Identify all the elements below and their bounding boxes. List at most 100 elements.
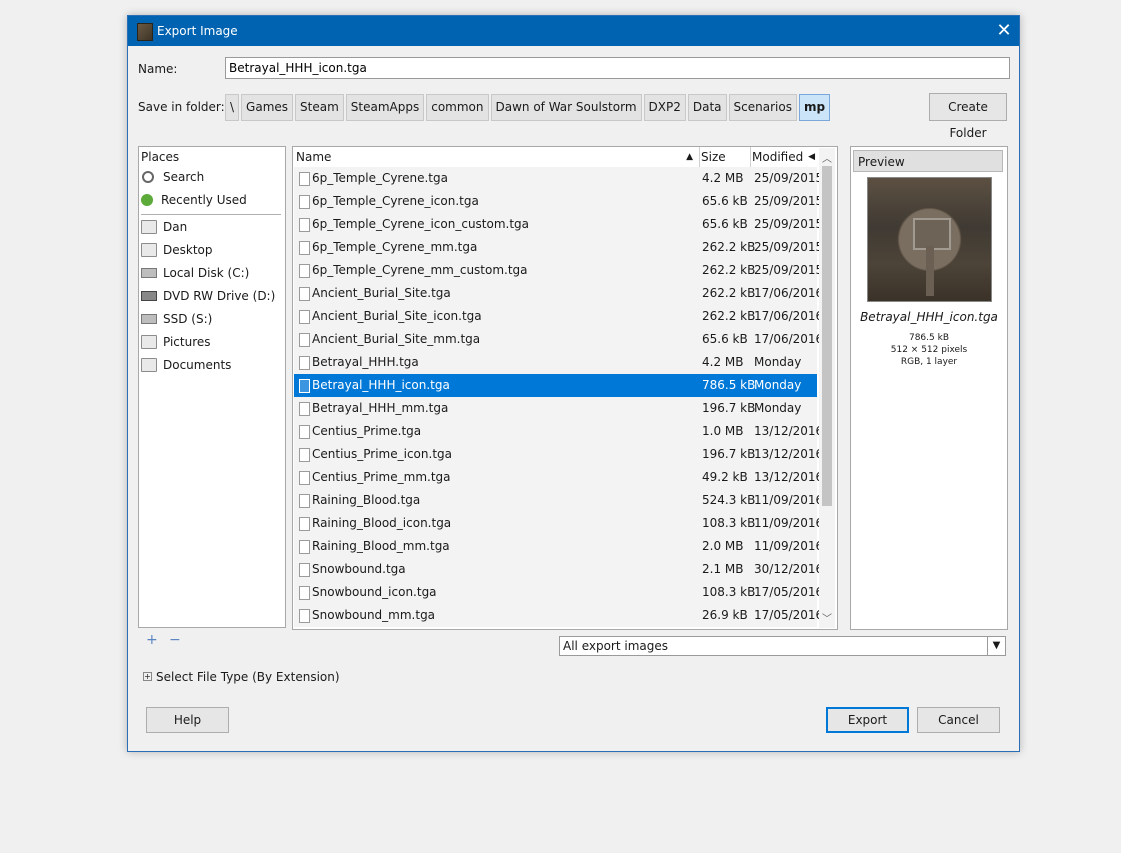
file-modified: Monday <box>754 355 802 369</box>
file-row[interactable]: 6p_Temple_Cyrene_mm.tga 262.2 kB 25/09/201… <box>294 236 823 259</box>
breadcrumb-steam[interactable]: Steam <box>295 94 344 121</box>
file-name: Raining_Blood.tga <box>312 493 421 507</box>
file-modified: 13/12/2016 <box>754 447 824 461</box>
place-label: Dan <box>163 220 188 234</box>
breadcrumb-mp[interactable]: mp <box>798 94 831 121</box>
file-row[interactable]: Betrayal_HHH_mm.tga 196.7 kB Monday <box>294 397 817 420</box>
place-label: Recently Used <box>161 193 247 207</box>
place-local-disk[interactable]: Local Disk (C:) <box>141 263 249 283</box>
sort-asc-icon: ▲ <box>686 152 693 162</box>
file-row[interactable]: Centius_Prime_icon.tga 196.7 kB 13/12/2016 <box>294 443 823 466</box>
file-icon <box>299 195 310 209</box>
file-size: 26.9 kB <box>702 608 748 622</box>
name-field[interactable] <box>225 57 1010 79</box>
place-documents[interactable]: Documents <box>141 355 231 375</box>
file-row-selected[interactable]: Betrayal_HHH_icon.tga 786.5 kB Monday <box>294 374 817 397</box>
breadcrumb-games[interactable]: Games <box>241 94 294 121</box>
file-name: Centius_Prime.tga <box>312 424 422 438</box>
scroll-down-icon[interactable]: ﹀ <box>822 610 832 625</box>
breadcrumb-dawn-of-war[interactable]: Dawn of War Soulstorm <box>490 94 642 121</box>
export-image-dialog: Export Image ✕ Name: Save in folder: \ G… <box>127 15 1020 752</box>
breadcrumb-steamapps[interactable]: SteamApps <box>345 94 425 121</box>
file-row[interactable]: 6p_Temple_Cyrene.tga 4.2 MB 25/09/2015 <box>294 167 823 190</box>
preview-panel: Preview Betrayal_HHH_icon.tga 786.5 kB 5… <box>850 146 1008 630</box>
create-folder-button[interactable]: Create Folder <box>929 93 1007 140</box>
file-row[interactable]: Snowbound_mm.tga 26.9 kB 17/05/2016 <box>294 604 823 627</box>
chevron-down-icon[interactable]: ▼ <box>987 637 1005 655</box>
file-modified: 25/09/2015 <box>754 263 824 277</box>
breadcrumb-root[interactable]: \ <box>225 94 240 121</box>
file-list-scrollbar[interactable]: ︿ ﹀ <box>819 148 835 628</box>
close-button[interactable]: ✕ <box>989 16 1019 46</box>
column-size-header[interactable]: Size <box>700 147 751 167</box>
drive-icon <box>141 314 157 324</box>
file-filter-select[interactable]: All export images ▼ <box>559 636 1006 656</box>
place-search[interactable]: Search <box>141 167 204 187</box>
scroll-up-icon[interactable]: ︿ <box>822 150 832 165</box>
file-row[interactable]: 6p_Temple_Cyrene_icon.tga 65.6 kB 25/09/20… <box>294 190 823 213</box>
folder-icon <box>141 220 157 234</box>
file-modified: 11/09/2016 <box>754 516 824 530</box>
column-name-header[interactable]: Name ▲ <box>295 147 700 167</box>
save-in-folder-label: Save in folder: <box>138 100 225 114</box>
file-row[interactable]: Ancient_Burial_Site.tga 262.2 kB 17/06/201… <box>294 282 823 305</box>
cancel-button[interactable]: Cancel <box>917 707 1000 733</box>
file-row[interactable]: Ancient_Burial_Site_mm.tga 65.6 kB 17/06/2… <box>294 328 823 351</box>
file-row[interactable]: Snowbound_icon.tga 108.3 kB 17/05/2016 <box>294 581 823 604</box>
file-row[interactable]: Raining_Blood.tga 524.3 kB 11/09/2016 <box>294 489 823 512</box>
places-panel: Places Search Recently Used Dan Desktop … <box>138 146 286 628</box>
file-row[interactable]: 6p_Temple_Cyrene_icon_custom.tga 65.6 kB 2… <box>294 213 823 236</box>
file-size: 196.7 kB <box>702 447 756 461</box>
file-name: 6p_Temple_Cyrene_icon_custom.tga <box>312 217 530 231</box>
column-modified-header[interactable]: Modified ◀ <box>751 147 817 167</box>
export-button[interactable]: Export <box>826 707 909 733</box>
file-name: Raining_Blood_icon.tga <box>312 516 452 530</box>
scrollbar-thumb[interactable] <box>822 166 832 506</box>
breadcrumb-data[interactable]: Data <box>687 94 727 121</box>
file-icon <box>299 448 310 462</box>
add-place-button[interactable]: + <box>146 632 158 648</box>
file-row[interactable]: Betrayal_HHH.tga 4.2 MB Monday <box>294 351 817 374</box>
file-row[interactable]: Centius_Prime_mm.tga 49.2 kB 13/12/2016 <box>294 466 823 489</box>
file-modified: Monday <box>754 401 802 415</box>
breadcrumb-common[interactable]: common <box>426 94 489 121</box>
help-button[interactable]: Help <box>146 707 229 733</box>
file-row[interactable]: Ancient_Burial_Site_icon.tga 262.2 kB 17/0… <box>294 305 823 328</box>
file-name: Betrayal_HHH_icon.tga <box>312 378 450 392</box>
place-pictures[interactable]: Pictures <box>141 332 211 352</box>
place-dvd-drive[interactable]: DVD RW Drive (D:) <box>141 286 275 306</box>
file-name: Snowbound_mm.tga <box>312 608 436 622</box>
place-dan[interactable]: Dan <box>141 217 187 237</box>
file-size: 262.2 kB <box>702 263 756 277</box>
breadcrumb-dxp2[interactable]: DXP2 <box>643 94 686 121</box>
file-name: Snowbound.tga <box>312 562 406 576</box>
place-desktop[interactable]: Desktop <box>141 240 213 260</box>
file-icon <box>299 287 310 301</box>
preview-tab[interactable]: Preview <box>853 150 1003 172</box>
place-label: Search <box>163 170 205 184</box>
preview-dimensions: 512 × 512 pixels <box>890 345 968 355</box>
place-label: Local Disk (C:) <box>163 266 250 280</box>
file-icon <box>299 609 310 623</box>
file-modified: 17/05/2016 <box>754 585 824 599</box>
remove-place-button[interactable]: − <box>169 632 181 648</box>
place-ssd[interactable]: SSD (S:) <box>141 309 212 329</box>
file-name: Betrayal_HHH_mm.tga <box>312 401 449 415</box>
file-name: Centius_Prime_mm.tga <box>312 470 451 484</box>
name-label: Name: <box>138 62 178 76</box>
file-row[interactable]: 6p_Temple_Cyrene_mm_custom.tga 262.2 kB 25… <box>294 259 823 282</box>
file-row[interactable]: Snowbound.tga 2.1 MB 30/12/2016 <box>294 558 823 581</box>
file-icon <box>299 540 310 554</box>
file-row[interactable]: Centius_Prime.tga 1.0 MB 13/12/2016 <box>294 420 823 443</box>
file-icon <box>299 218 310 232</box>
select-file-type-toggle[interactable]: Select File Type (By Extension) <box>156 670 340 684</box>
file-size: 524.3 kB <box>702 493 756 507</box>
breadcrumb-scenarios[interactable]: Scenarios <box>728 94 797 121</box>
place-recently-used[interactable]: Recently Used <box>141 190 247 210</box>
file-row[interactable]: Raining_Blood_icon.tga 108.3 kB 11/09/2016 <box>294 512 823 535</box>
breadcrumb: \ Games Steam SteamApps common Dawn of W… <box>225 94 831 121</box>
file-icon <box>299 264 310 278</box>
file-row[interactable]: Raining_Blood_mm.tga 2.0 MB 11/09/2016 <box>294 535 823 558</box>
expand-icon[interactable]: + <box>143 672 152 681</box>
file-modified: 11/09/2016 <box>754 493 824 507</box>
